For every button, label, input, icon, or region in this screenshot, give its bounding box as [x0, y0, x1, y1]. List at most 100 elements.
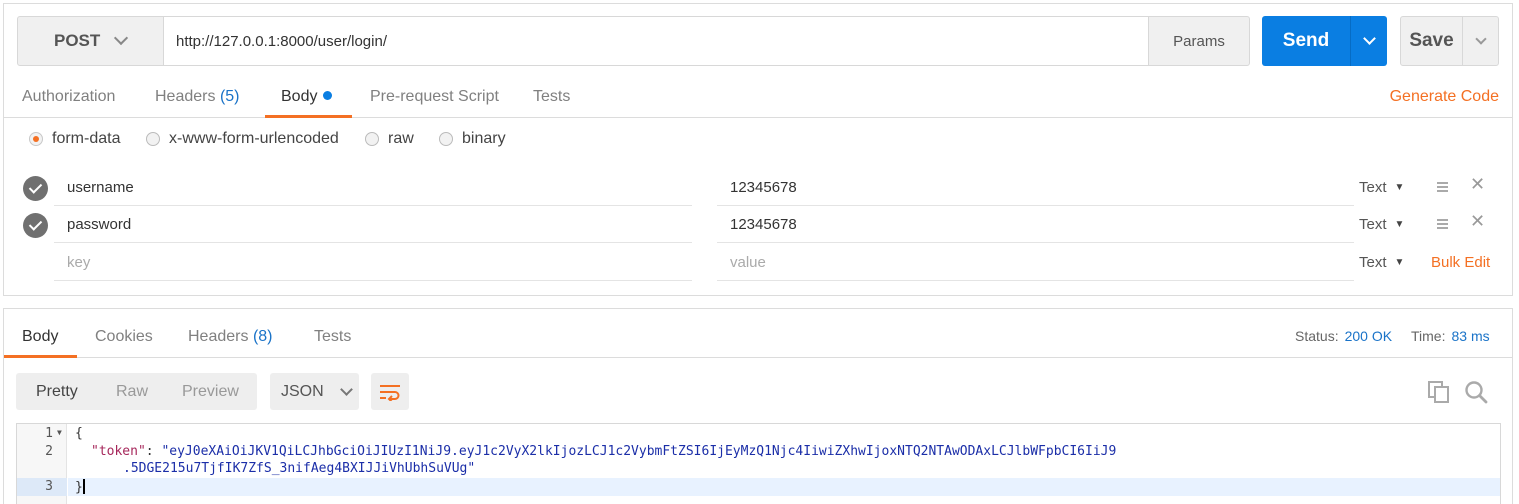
line-number: 3 [45, 479, 53, 494]
radio-form-data[interactable]: form-data [29, 130, 120, 148]
send-dropdown-button[interactable] [1350, 16, 1387, 66]
chevron-down-icon [114, 30, 129, 46]
params-button[interactable]: Params [1148, 16, 1250, 66]
line-number: 2 [45, 444, 53, 459]
tab-authorization[interactable]: Authorization [22, 80, 115, 118]
hamburger-icon[interactable] [1437, 182, 1448, 192]
hamburger-icon[interactable] [1437, 219, 1448, 229]
json-string-value: "eyJ0eXAiOiJKV1QiLCJhbGciOiJIUzI1NiJ9.ey… [161, 444, 1117, 459]
code-line: "token": "eyJ0eXAiOiJKV1QiLCJhbGciOiJIUz… [91, 444, 1116, 459]
response-code-editor[interactable]: 1 ▼ 2 3 { "token": "eyJ0eXAiOiJKV1QiLCJh… [16, 423, 1501, 504]
radio-empty-icon [146, 132, 160, 146]
form-key-input[interactable]: username [54, 169, 692, 206]
status-indicator: Status: 200 OK [1295, 328, 1392, 344]
response-tabs: Body Cookies Headers (8) Tests Status: 20… [4, 309, 1512, 358]
form-row: password 12345678 Text ▼ ✕ [4, 206, 1512, 243]
request-panel: POST http://127.0.0.1:8000/user/login/ P… [3, 3, 1513, 296]
send-button[interactable]: Send [1262, 16, 1350, 66]
new-value-input[interactable]: value [717, 244, 1354, 281]
form-key-input[interactable]: password [54, 206, 692, 243]
url-input[interactable]: http://127.0.0.1:8000/user/login/ [163, 16, 1149, 66]
code-line: } [75, 479, 85, 495]
type-label: Text [1359, 179, 1387, 196]
view-preview-button[interactable]: Preview [162, 383, 257, 401]
radio-urlencoded[interactable]: x-www-form-urlencoded [146, 130, 339, 148]
close-icon[interactable]: ✕ [1470, 211, 1485, 232]
tab-tests[interactable]: Tests [533, 80, 570, 118]
view-raw-button[interactable]: Raw [96, 383, 162, 401]
tab-body-label: Body [281, 88, 318, 105]
response-tab-tests[interactable]: Tests [314, 309, 351, 358]
copy-icon[interactable] [1428, 381, 1450, 403]
response-tab-body[interactable]: Body [4, 309, 77, 358]
response-tab-headers-label: Headers [188, 328, 249, 345]
save-button[interactable]: Save [1400, 16, 1463, 66]
chevron-down-icon [1362, 32, 1376, 45]
response-tab-headers[interactable]: Headers (8) [188, 309, 273, 358]
form-row: username 12345678 Text ▼ ✕ [4, 169, 1512, 206]
format-label: JSON [281, 382, 324, 400]
type-label: Text [1359, 254, 1387, 271]
status-value: 200 OK [1344, 328, 1393, 344]
new-key-input[interactable]: key [54, 244, 692, 281]
json-string-value-cont: .5DGE215u7TjfIK7ZfS_3nifAeg4BXIJJiVhUbhS… [123, 461, 476, 476]
time-indicator: Time: 83 ms [1411, 328, 1490, 344]
radio-binary[interactable]: binary [439, 130, 506, 148]
form-value-input[interactable]: 12345678 [717, 206, 1354, 243]
method-label: POST [54, 31, 101, 50]
bulk-edit-link[interactable]: Bulk Edit [1431, 244, 1490, 281]
tab-headers-label: Headers [155, 88, 216, 105]
status-label: Status: [1295, 328, 1339, 344]
chevron-down-icon [1474, 32, 1487, 45]
radio-urlencoded-label: x-www-form-urlencoded [169, 130, 339, 147]
generate-code-link[interactable]: Generate Code [1390, 88, 1499, 106]
radio-empty-icon [439, 132, 453, 146]
type-label: Text [1359, 216, 1387, 233]
type-select[interactable]: Text ▼ [1359, 169, 1404, 206]
form-value-input[interactable]: 12345678 [717, 169, 1354, 206]
wrap-lines-button[interactable] [371, 373, 409, 410]
line-number: 1 [45, 426, 53, 441]
body-indicator-dot [323, 91, 333, 100]
fold-toggle-icon[interactable]: ▼ [57, 428, 62, 437]
caret-down-icon: ▼ [1394, 219, 1405, 230]
search-icon[interactable] [1464, 380, 1488, 404]
code-line: { [75, 426, 83, 441]
json-close-brace: } [75, 480, 83, 495]
chevron-down-icon [339, 382, 353, 396]
check-circle-icon[interactable] [23, 176, 48, 201]
type-select[interactable]: Text ▼ [1359, 244, 1404, 281]
active-line-highlight [68, 478, 1500, 496]
time-label: Time: [1411, 328, 1446, 344]
caret-down-icon: ▼ [1394, 182, 1405, 193]
tab-body[interactable]: Body [265, 80, 352, 118]
text-cursor [82, 479, 85, 494]
time-value: 83 ms [1451, 328, 1490, 344]
view-pretty-button[interactable]: Pretty [16, 383, 96, 401]
format-select[interactable]: JSON [270, 373, 359, 410]
tab-headers-count: (5) [219, 88, 240, 105]
json-open-brace: { [75, 426, 83, 441]
tab-prerequest-script[interactable]: Pre-request Script [370, 80, 499, 118]
radio-raw-label: raw [388, 130, 414, 147]
tab-headers[interactable]: Headers (5) [155, 80, 240, 118]
radio-binary-label: binary [462, 130, 506, 147]
form-row-new: key value Text ▼ Bulk Edit [4, 244, 1512, 281]
json-colon: : [145, 444, 162, 459]
type-select[interactable]: Text ▼ [1359, 206, 1404, 243]
response-tab-cookies[interactable]: Cookies [95, 309, 153, 358]
response-tab-headers-count: (8) [252, 328, 273, 345]
check-circle-icon[interactable] [23, 213, 48, 238]
code-line-wrapped: .5DGE215u7TjfIK7ZfS_3nifAeg4BXIJJiVhUbhS… [123, 461, 475, 476]
url-text: http://127.0.0.1:8000/user/login/ [176, 32, 387, 50]
radio-raw[interactable]: raw [365, 130, 414, 148]
caret-down-icon: ▼ [1394, 257, 1405, 268]
radio-form-data-label: form-data [52, 130, 121, 147]
save-dropdown-button[interactable] [1462, 16, 1499, 66]
json-key: "token" [91, 444, 146, 459]
wrap-lines-icon [380, 384, 400, 401]
radio-empty-icon [365, 132, 379, 146]
close-icon[interactable]: ✕ [1470, 174, 1485, 195]
request-tabs: Authorization Headers (5) Body Pre-reque… [4, 80, 1512, 118]
method-select[interactable]: POST [17, 16, 164, 66]
